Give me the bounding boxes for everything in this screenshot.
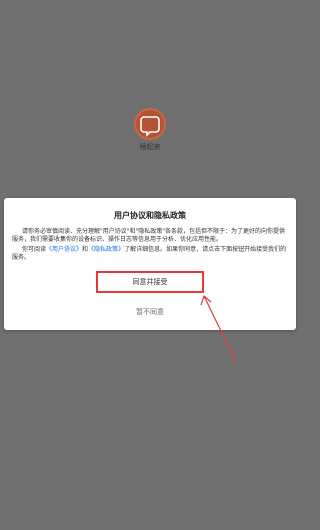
annotation-arrow <box>200 294 237 363</box>
